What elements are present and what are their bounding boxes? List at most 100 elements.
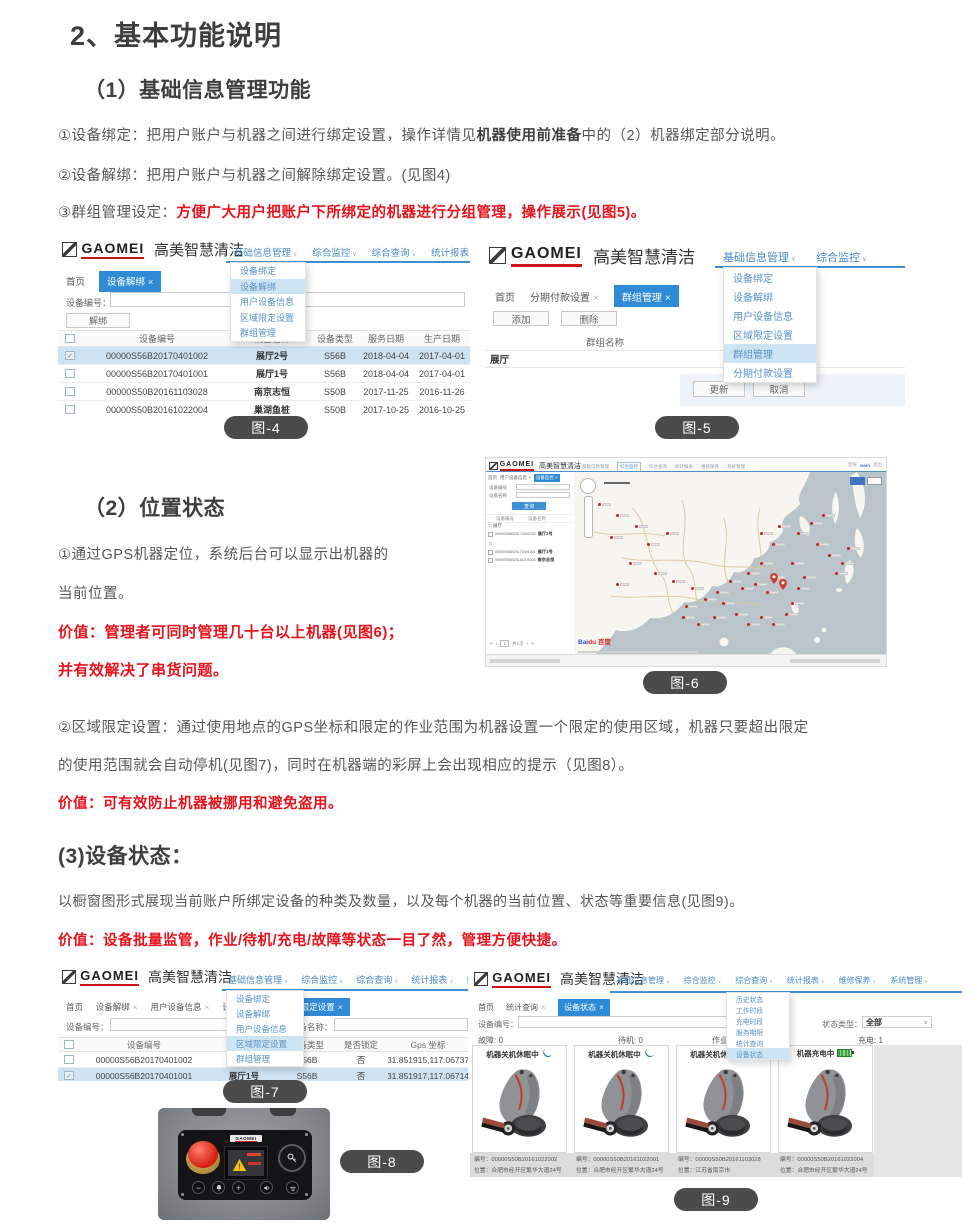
bell-button[interactable] xyxy=(212,1181,225,1194)
machine-card[interactable]: 机器关机休眠中 xyxy=(472,1045,567,1153)
map-compass[interactable] xyxy=(580,478,596,494)
map-marker[interactable] xyxy=(791,562,794,565)
map-marker[interactable] xyxy=(729,580,732,583)
map-marker[interactable] xyxy=(735,613,738,616)
checkbox[interactable] xyxy=(488,550,493,555)
map-marker[interactable] xyxy=(785,613,788,616)
nav-item-基础信息管理[interactable]: 基础信息管理 xyxy=(582,464,609,470)
brush-button[interactable] xyxy=(286,1181,299,1194)
machine-card[interactable]: 机器充电中 xyxy=(778,1045,873,1153)
map-marker[interactable] xyxy=(610,536,613,539)
checkbox[interactable] xyxy=(65,405,75,415)
close-icon[interactable]: × xyxy=(599,1003,604,1012)
map-marker[interactable] xyxy=(841,562,844,565)
close-icon[interactable]: × xyxy=(133,1002,138,1012)
query-button[interactable]: 查询 xyxy=(512,502,546,510)
tab-群组管理[interactable]: 群组管理× xyxy=(614,285,679,307)
map-marker[interactable] xyxy=(635,525,638,528)
nav-item-综合查询[interactable]: 综合查询∨ xyxy=(372,245,416,259)
table-row[interactable]: 00000S50B20161103028南京志恒S50B2017-11-2520… xyxy=(58,383,470,401)
checkbox[interactable]: ✓ xyxy=(64,1071,73,1080)
map-marker[interactable] xyxy=(847,547,850,550)
checkbox[interactable] xyxy=(64,1055,73,1064)
key-switch[interactable] xyxy=(278,1144,306,1172)
menu-item-充电时段[interactable]: 充电时段 xyxy=(727,1015,789,1026)
nav-item-基础信息管理[interactable]: 基础信息管理∨ xyxy=(723,249,796,265)
map-marker[interactable] xyxy=(704,598,707,601)
cancel-button[interactable]: 取消 xyxy=(753,381,805,397)
checkbox[interactable] xyxy=(65,369,75,379)
menu-item-设备解绑[interactable]: 设备解绑 xyxy=(231,279,305,295)
map-pin-icon[interactable] xyxy=(770,573,778,584)
tab-设备解绑[interactable]: 设备解绑× xyxy=(96,1001,138,1013)
status-type-select[interactable]: 全部∨ xyxy=(862,1016,932,1028)
tab-分期付款设置[interactable]: 分期付款设置× xyxy=(530,289,599,304)
nav-item-综合监控[interactable]: 综合监控∨ xyxy=(301,973,343,986)
map-marker[interactable] xyxy=(722,602,725,605)
update-button[interactable]: 更新 xyxy=(693,381,745,397)
page-next-icon[interactable]: › xyxy=(526,641,528,647)
nav-item-统计报表[interactable]: 统计报表 xyxy=(675,464,693,470)
nav-item-综合查询[interactable]: 综合查询∨ xyxy=(356,973,398,986)
map-marker[interactable] xyxy=(760,562,763,565)
nav-item-综合监控[interactable]: 综合监控∨ xyxy=(312,245,356,259)
menu-item-设备绑定[interactable]: 设备绑定 xyxy=(231,263,305,279)
checkbox[interactable] xyxy=(64,1040,73,1049)
menu-item-设备绑定[interactable]: 设备绑定 xyxy=(724,268,816,287)
menu-item-群组管理[interactable]: 群组管理 xyxy=(724,344,816,363)
page-prev-icon[interactable]: « xyxy=(490,641,493,647)
page-prev-icon[interactable]: ‹ xyxy=(496,641,498,647)
close-icon[interactable]: × xyxy=(541,1003,546,1012)
menu-item-群组管理[interactable]: 群组管理 xyxy=(231,325,305,341)
map-marker[interactable] xyxy=(810,522,813,525)
menu-item-历史状态[interactable]: 历史状态 xyxy=(727,993,789,1004)
tab-home[interactable]: 首页 xyxy=(66,274,85,288)
map-marker[interactable] xyxy=(713,616,716,619)
close-icon[interactable]: × xyxy=(148,277,154,288)
table-row[interactable]: 00000S56B20170401001展厅1号S56B2018-04-0420… xyxy=(58,365,470,383)
emergency-stop-button[interactable] xyxy=(188,1141,218,1168)
tab-统计查询[interactable]: 统计查询× xyxy=(506,1002,546,1013)
menu-item-区域限定设置[interactable]: 区域限定设置 xyxy=(227,1036,303,1051)
menu-item-区域限定设置[interactable]: 区域限定设置 xyxy=(724,325,816,344)
checkbox[interactable] xyxy=(488,532,493,537)
checkbox[interactable] xyxy=(65,387,75,397)
nav-item-统计报表[interactable]: 统计报表∨ xyxy=(787,975,825,986)
map-area[interactable]: Baidu 百度 xyxy=(574,472,886,654)
nav-item-系统管理[interactable]: 系统管理 xyxy=(727,464,745,470)
tab-设备状态[interactable]: 设备状态× xyxy=(558,999,610,1016)
map-marker[interactable] xyxy=(629,562,632,565)
tab-home[interactable]: 首页 xyxy=(478,1002,494,1013)
menu-item-分期付款设置[interactable]: 分期付款设置 xyxy=(724,363,816,382)
map-zoom-slider[interactable] xyxy=(584,496,593,538)
nav-item-基础信息管理[interactable]: 基础信息管理∨ xyxy=(228,973,288,986)
map-marker[interactable] xyxy=(682,616,685,619)
close-icon[interactable]: × xyxy=(665,293,671,304)
nav-item-综合查询[interactable]: 综合查询 xyxy=(649,464,667,470)
plus-button[interactable]: + xyxy=(232,1181,245,1194)
field-input[interactable] xyxy=(516,492,570,498)
map-marker[interactable] xyxy=(741,587,744,590)
group-row[interactable]: 展厅 xyxy=(485,350,905,368)
field-input[interactable] xyxy=(516,484,570,490)
map-marker[interactable] xyxy=(760,616,763,619)
nav-item-综合监控[interactable]: 综合监控∨ xyxy=(684,975,722,986)
page-next-icon[interactable]: » xyxy=(531,641,534,647)
page-number[interactable]: 1 xyxy=(500,640,509,647)
menu-item-用户设备信息[interactable]: 用户设备信息 xyxy=(227,1021,303,1036)
map-marker[interactable] xyxy=(598,503,601,506)
nav-item-基础信息管理[interactable]: 基础信息管理∨ xyxy=(616,975,670,986)
map-pin[interactable] xyxy=(770,571,778,589)
tab-设备解绑[interactable]: 设备解绑× xyxy=(99,271,161,292)
menu-item-设备解绑[interactable]: 设备解绑 xyxy=(724,287,816,306)
minus-button[interactable]: − xyxy=(192,1181,205,1194)
menu-item-设备状态[interactable]: 设备状态 xyxy=(727,1048,789,1059)
volume-button[interactable] xyxy=(260,1181,273,1194)
nav-item-综合查询[interactable]: 综合查询∨ xyxy=(735,975,773,986)
checkbox[interactable] xyxy=(488,558,493,563)
menu-item-用户设备信息[interactable]: 用户设备信息 xyxy=(724,306,816,325)
sidebar-row[interactable]: 00000S50B20161103028南京志恒 xyxy=(488,557,554,563)
menu-item-设备绑定[interactable]: 设备绑定 xyxy=(227,991,303,1006)
menu-item-群组管理[interactable]: 群组管理 xyxy=(227,1051,303,1066)
table-row[interactable]: 00000S50B20161022004巢湖鱼桩S50B2017-10-2520… xyxy=(58,401,470,415)
